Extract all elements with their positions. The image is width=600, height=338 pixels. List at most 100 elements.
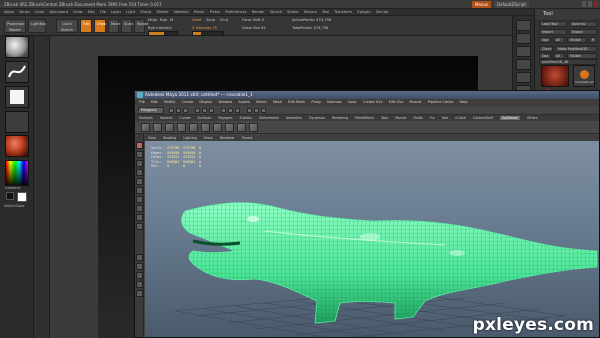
current-tool-thumbnail[interactable] [541,65,569,87]
projection-master-button[interactable]: Projection Master [4,19,26,33]
shelf-tab[interactable]: Fur [430,116,435,120]
m-toggle[interactable]: M [170,18,173,23]
shelf-tab[interactable]: Rendering [332,116,348,120]
maya-perspective-viewport[interactable]: Verts: 474798 474798 0 Edges: 949590 949590 0 … [145,141,599,337]
shelf-tab-gozbrush[interactable]: GoZBrush [499,116,520,120]
stroke-thumbnail[interactable] [5,61,29,83]
render-settings-icon[interactable] [261,108,266,113]
new-scene-icon[interactable] [169,108,174,113]
maya-menu-help[interactable]: Help [460,100,468,104]
open-scene-icon[interactable] [176,108,181,113]
side-by-side-layout-icon[interactable] [136,272,143,279]
select-object-icon[interactable] [202,108,207,113]
menu-alpha[interactable]: Alpha [4,10,14,14]
default-zscript-button[interactable]: DefaultZScript [494,1,529,8]
shelf-tab[interactable]: PaintEffects [355,116,374,120]
draw-size-label[interactable]: Draw Size 64 [242,26,266,31]
menu-macro[interactable]: Macro [140,10,151,14]
select-component-icon[interactable] [209,108,214,113]
menu-document[interactable]: Document [49,10,68,14]
import-button[interactable]: Import [539,29,567,35]
menu-light[interactable]: Light [126,10,135,14]
shelf-tab[interactable]: Animation [286,116,302,120]
maya-menu-edit-mesh[interactable]: Edit Mesh [288,100,305,104]
lasso-tool-icon[interactable] [136,151,143,158]
main-color-swatch[interactable] [17,192,27,202]
rgb-toggle[interactable]: Rgb [160,18,167,23]
maya-menu-edit[interactable]: Edit [151,100,158,104]
select-hierarchy-icon[interactable] [195,108,200,113]
shelf-tool-icon[interactable] [237,123,246,132]
shelf-tool-icon[interactable] [165,123,174,132]
clone-button[interactable]: Clone [539,46,553,52]
shelf-tab[interactable]: General [160,116,173,120]
menu-layer[interactable]: Layer [111,10,121,14]
menu-color[interactable]: Color [35,10,44,14]
spix-button[interactable] [516,33,531,44]
menu-render[interactable]: Render [252,10,265,14]
menus-button[interactable]: Menus [472,1,492,8]
panel-menu-renderer[interactable]: Renderer [220,136,235,140]
scale-tool-icon[interactable] [136,187,143,194]
simple-brush-thumbnail[interactable]: SimpleBrush [573,65,595,87]
shelf-tab[interactable]: Dynamics [309,116,325,120]
draw-mode-button[interactable]: Draw [94,19,106,33]
maya-menu-muscle[interactable]: Muscle [409,100,421,104]
snap-grid-icon[interactable] [221,108,226,113]
shelf-tool-icon[interactable] [213,123,222,132]
maya-menu-proxy[interactable]: Proxy [311,100,321,104]
maya-mode-select[interactable]: Polygons [138,107,164,114]
shelf-tab[interactable]: Surfaces [139,116,153,120]
menu-material[interactable]: Material [174,10,189,14]
rotate-mode-button[interactable]: Rotate [134,19,148,33]
shelf-tab[interactable]: Polygons [218,116,232,120]
move-tool-icon[interactable] [136,169,143,176]
lightbox-button[interactable]: LightBox [28,19,46,33]
shelf-tab[interactable]: Deformation [259,116,279,120]
menu-zplugin[interactable]: Zplugin [357,10,371,14]
menu-preferences[interactable]: Preferences [225,10,246,14]
render-icon[interactable] [247,108,252,113]
persp-outliner-layout-icon[interactable] [136,290,143,297]
menu-picker[interactable]: Picker [210,10,221,14]
panel-menu-panels[interactable]: Panels [242,136,253,140]
mrgb-toggle[interactable]: Mrgb [148,18,157,23]
show-manipulator-icon[interactable] [136,214,143,221]
maya-menu-select[interactable]: Select [256,100,267,104]
select-tool-icon[interactable] [136,142,143,149]
four-view-layout-icon[interactable] [136,263,143,270]
menu-stroke[interactable]: Stroke [287,10,298,14]
panel-menu-shading[interactable]: Shading [163,136,176,140]
shelf-tool-icon[interactable] [225,123,234,132]
maya-menu-mesh[interactable]: Mesh [273,100,282,104]
universal-manipulator-icon[interactable] [136,196,143,203]
menu-zscript[interactable]: Zscript [376,10,388,14]
zoom-button[interactable] [516,59,531,70]
maya-menu-normals[interactable]: Normals [327,100,342,104]
scroll-button[interactable] [516,46,531,57]
menu-stencil[interactable]: Stencil [270,10,282,14]
menu-draw[interactable]: Draw [73,10,82,14]
maya-menu-display[interactable]: Display [199,100,212,104]
shelf-tab[interactable]: Curves [179,116,190,120]
rotate-tool-icon[interactable] [136,178,143,185]
maya-menu-edit-uvs[interactable]: Edit UVs [389,100,404,104]
single-view-layout-icon[interactable] [136,254,143,261]
move-mode-button[interactable]: Move [108,19,120,33]
minimize-icon[interactable] [582,1,586,7]
maya-menu-pipeline-cache[interactable]: Pipeline Cache [428,100,454,104]
maya-menu-assets[interactable]: Assets [238,100,249,104]
maya-menu-window[interactable]: Window [218,100,232,104]
paint-select-icon[interactable] [136,160,143,167]
shelf-tool-icon[interactable] [141,123,150,132]
make-polymesh3d-button[interactable]: Make PolyMesh3D [555,46,597,52]
menu-edit[interactable]: Edit [88,10,95,14]
shelf-tab[interactable]: Toon [381,116,388,120]
actual-button[interactable] [516,72,531,83]
save-scene-icon[interactable] [183,108,188,113]
snap-point-icon[interactable] [235,108,240,113]
close-icon[interactable] [594,1,598,7]
shelf-tab[interactable]: Surfaces [198,116,212,120]
zadd-toggle[interactable]: Zadd [192,18,201,23]
soft-mod-icon[interactable] [136,205,143,212]
